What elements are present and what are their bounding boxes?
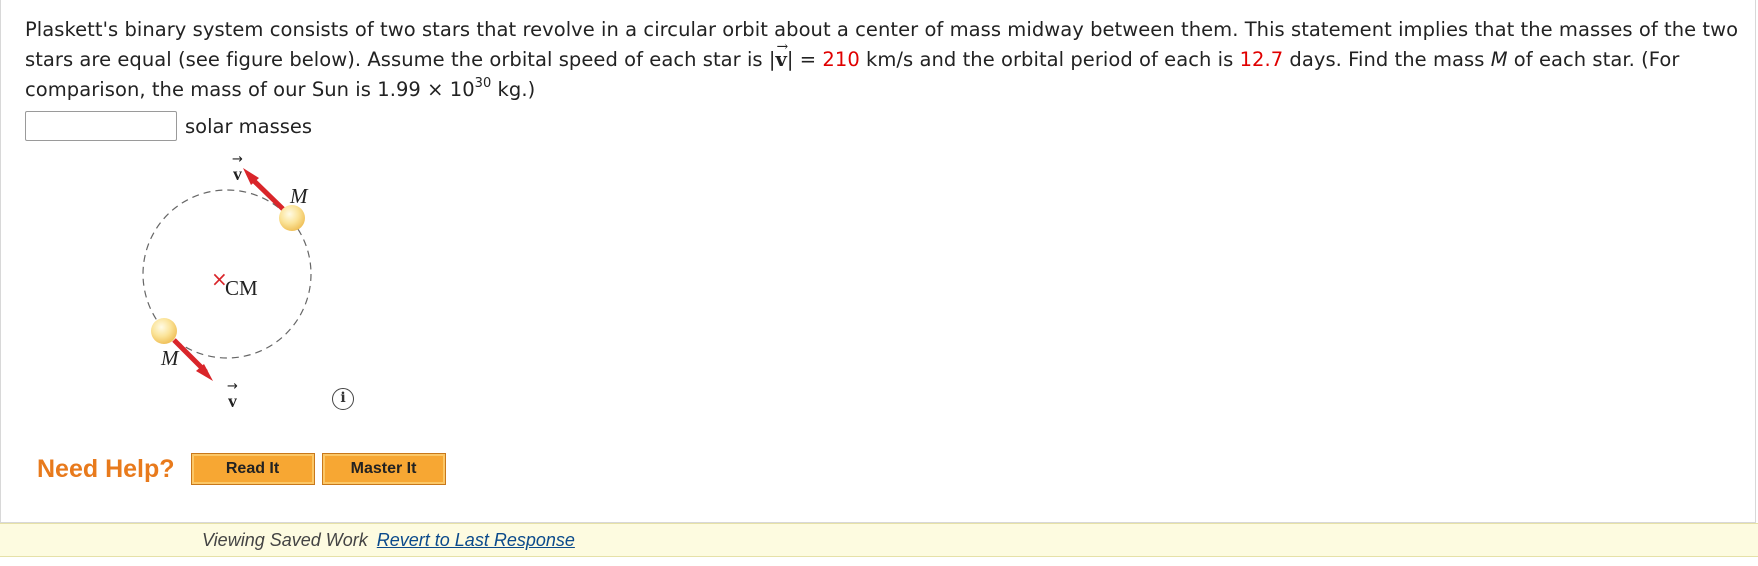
top-star bbox=[279, 205, 305, 231]
status-text: Viewing Saved Work bbox=[202, 530, 368, 550]
question-container: Plaskett's binary system consists of two… bbox=[0, 0, 1756, 523]
mass-symbol: M bbox=[1490, 48, 1508, 71]
master-it-button[interactable]: Master It bbox=[321, 453, 446, 485]
exponent: 30 bbox=[474, 75, 492, 91]
top-vector-label: v bbox=[233, 164, 242, 184]
answer-row: solar masses bbox=[25, 110, 312, 142]
cm-label: CM bbox=[225, 276, 258, 300]
speed-value: 210 bbox=[822, 48, 860, 71]
top-mass-label: M bbox=[289, 184, 309, 208]
bottom-mass-label: M bbox=[160, 346, 180, 370]
problem-text-part3: km/s and the orbital period of each is bbox=[859, 48, 1240, 71]
info-icon[interactable]: i bbox=[332, 388, 354, 410]
answer-units: solar masses bbox=[185, 114, 313, 138]
binary-star-figure: × CM M M → v → v bbox=[131, 150, 371, 420]
binary-star-diagram: × CM M M → v → v bbox=[142, 152, 312, 411]
bottom-star bbox=[151, 318, 177, 344]
problem-text-part2: | = bbox=[786, 48, 823, 71]
vector-arrow-icon: → bbox=[776, 39, 789, 55]
need-help-row: Need Help? Read It Master It bbox=[37, 452, 453, 486]
period-value: 12.7 bbox=[1239, 48, 1284, 71]
top-velocity-arrow bbox=[248, 175, 285, 211]
velocity-vector-symbol: → v bbox=[776, 39, 789, 75]
revert-link[interactable]: Revert to Last Response bbox=[377, 530, 575, 550]
need-help-label: Need Help? bbox=[37, 454, 175, 483]
status-content: Viewing Saved Work Revert to Last Respon… bbox=[202, 530, 575, 551]
mass-answer-input[interactable] bbox=[25, 111, 177, 141]
problem-text-part4: days. Find the mass bbox=[1283, 48, 1491, 71]
saved-work-status-bar: Viewing Saved Work Revert to Last Respon… bbox=[0, 523, 1758, 557]
read-it-button[interactable]: Read It bbox=[190, 453, 315, 485]
bottom-vector-label: v bbox=[228, 391, 237, 411]
problem-text-part6: kg.) bbox=[491, 78, 536, 101]
problem-statement: Plaskett's binary system consists of two… bbox=[25, 15, 1745, 105]
